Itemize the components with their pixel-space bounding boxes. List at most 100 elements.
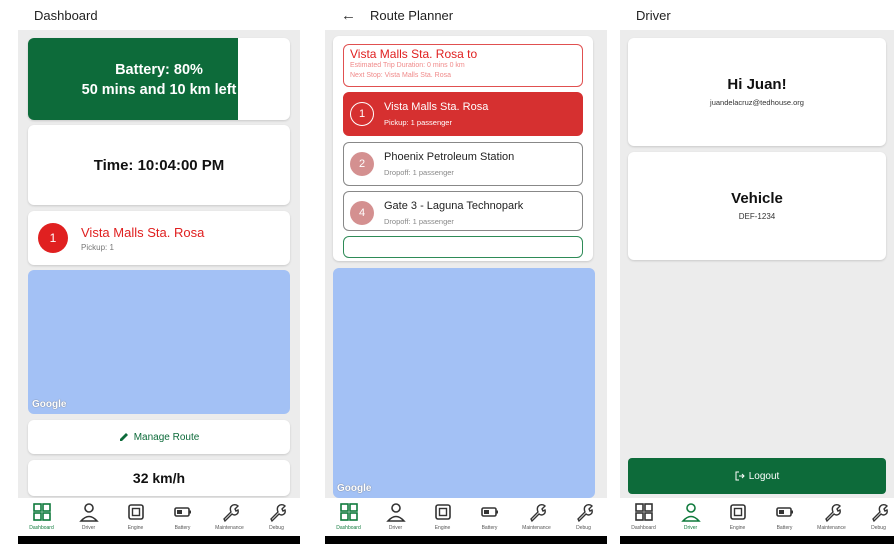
nav-label: Battery bbox=[481, 525, 498, 531]
route-stop-item[interactable]: 1 Vista Malls Sta. Rosa Pickup: 1 passen… bbox=[343, 92, 583, 136]
nav-label: Driver bbox=[683, 525, 698, 531]
dashboard-screen: Dashboard Battery: 80% 50 mins and 10 km… bbox=[18, 0, 300, 544]
nav-label: Driver bbox=[81, 525, 96, 531]
wrench-icon bbox=[529, 503, 546, 523]
driver-screen: Driver Hi Juan! juandelacruz@tedhouse.or… bbox=[620, 0, 894, 544]
map-view[interactable]: Google bbox=[28, 270, 290, 414]
add-stop-field[interactable] bbox=[343, 236, 583, 258]
nav-dashboard[interactable]: Dashboard bbox=[327, 501, 371, 531]
nav-debug[interactable]: Debug bbox=[255, 501, 299, 531]
nav-engine[interactable]: Engine bbox=[421, 501, 465, 531]
manage-route-label: Manage Route bbox=[133, 431, 200, 443]
route-list-panel: Vista Malls Sta. Rosa to Estimated Trip … bbox=[333, 36, 593, 261]
nav-engine[interactable]: Engine bbox=[114, 501, 158, 531]
wrench-icon bbox=[824, 503, 841, 523]
app-bar: Driver bbox=[620, 0, 894, 30]
grid-icon bbox=[339, 503, 358, 521]
wrench-icon bbox=[576, 503, 593, 523]
person-icon bbox=[78, 503, 99, 522]
trip-duration: Estimated Trip Duration: 0 mins 0 km bbox=[350, 62, 465, 69]
stop-name: Phoenix Petroleum Station bbox=[384, 151, 515, 163]
battery-icon bbox=[775, 507, 793, 517]
logout-button[interactable]: Logout bbox=[628, 458, 886, 494]
bottom-nav: Dashboard Driver Engine Battery Maintena… bbox=[18, 498, 300, 536]
route-body: Vista Malls Sta. Rosa to Estimated Trip … bbox=[325, 30, 607, 498]
stop-name: Vista Malls Sta. Rosa bbox=[384, 101, 489, 113]
page-title: Driver bbox=[636, 7, 671, 23]
chip-icon bbox=[127, 504, 144, 520]
nav-maintenance[interactable]: Maintenance bbox=[208, 501, 252, 531]
route-summary-title: Vista Malls Sta. Rosa to bbox=[350, 47, 478, 61]
wrench-icon bbox=[269, 503, 286, 523]
battery-text: Battery: 80% 50 mins and 10 km left bbox=[28, 60, 290, 100]
grid-icon bbox=[634, 503, 653, 521]
nav-driver[interactable]: Driver bbox=[669, 501, 713, 531]
pencil-icon bbox=[119, 433, 128, 441]
chip-icon bbox=[729, 504, 746, 520]
app-bar: ← Route Planner bbox=[325, 0, 607, 30]
nav-driver[interactable]: Driver bbox=[374, 501, 418, 531]
back-arrow-icon[interactable]: ← bbox=[341, 7, 356, 24]
nav-label: Debug bbox=[576, 525, 591, 531]
nav-label: Dashboard bbox=[631, 525, 656, 531]
stop-number-badge: 4 bbox=[350, 201, 374, 225]
dashboard-body: Battery: 80% 50 mins and 10 km left Time… bbox=[18, 30, 300, 498]
nav-label: Engine bbox=[729, 525, 746, 531]
stop-pickup-info: Pickup: 1 bbox=[81, 243, 114, 252]
nav-dashboard[interactable]: Dashboard bbox=[622, 501, 666, 531]
grid-icon bbox=[32, 503, 51, 521]
nav-battery[interactable]: Battery bbox=[468, 501, 512, 531]
time-display: Time: 10:04:00 PM bbox=[93, 156, 225, 174]
battery-remaining: 50 mins and 10 km left bbox=[81, 82, 237, 98]
wrench-icon bbox=[222, 503, 239, 523]
page-title: Route Planner bbox=[370, 7, 454, 23]
nav-battery[interactable]: Battery bbox=[161, 501, 205, 531]
nav-label: Dashboard bbox=[336, 525, 361, 531]
nav-label: Battery bbox=[776, 525, 793, 531]
logout-icon bbox=[735, 471, 745, 481]
battery-percent: Battery: 80% bbox=[115, 62, 203, 78]
next-stop-card[interactable]: 1 Vista Malls Sta. Rosa Pickup: 1 bbox=[28, 211, 290, 265]
system-nav-bar bbox=[620, 536, 894, 544]
speed-card: 32 km/h bbox=[28, 460, 290, 496]
nav-label: Battery bbox=[174, 525, 191, 531]
chip-icon bbox=[434, 504, 451, 520]
stop-info: Dropoff: 1 passenger bbox=[384, 168, 454, 177]
stop-name: Gate 3 - Laguna Technopark bbox=[384, 200, 524, 212]
speed-display: 32 km/h bbox=[132, 470, 186, 486]
nav-label: Driver bbox=[388, 525, 403, 531]
battery-icon bbox=[480, 507, 498, 517]
nav-label: Maintenance bbox=[817, 525, 846, 531]
nav-debug[interactable]: Debug bbox=[562, 501, 606, 531]
nav-dashboard[interactable]: Dashboard bbox=[20, 501, 64, 531]
nav-label: Dashboard bbox=[29, 525, 54, 531]
greeting: Hi Juan! bbox=[727, 76, 787, 93]
stop-number-badge: 1 bbox=[38, 223, 68, 253]
nav-engine[interactable]: Engine bbox=[716, 501, 760, 531]
route-stop-item[interactable]: 4 Gate 3 - Laguna Technopark Dropoff: 1 … bbox=[343, 191, 583, 231]
greeting-card: Hi Juan! juandelacruz@tedhouse.org bbox=[628, 38, 886, 146]
stop-number-badge: 2 bbox=[350, 152, 374, 176]
bottom-nav: Dashboard Driver Engine Battery Maintena… bbox=[325, 498, 607, 536]
nav-debug[interactable]: Debug bbox=[857, 501, 894, 531]
map-view[interactable]: Google bbox=[333, 268, 595, 498]
route-stop-item[interactable]: 2 Phoenix Petroleum Station Dropoff: 1 p… bbox=[343, 142, 583, 186]
vehicle-title: Vehicle bbox=[731, 190, 783, 207]
driver-email: juandelacruz@tedhouse.org bbox=[710, 98, 804, 107]
next-stop-text: Next Stop: Vista Malls Sta. Rosa bbox=[350, 72, 452, 79]
logout-label: Logout bbox=[748, 470, 780, 482]
app-bar: Dashboard bbox=[18, 0, 300, 30]
nav-driver[interactable]: Driver bbox=[67, 501, 111, 531]
nav-label: Debug bbox=[269, 525, 284, 531]
vehicle-plate: DEF-1234 bbox=[738, 212, 776, 221]
stop-info: Pickup: 1 passenger bbox=[384, 118, 452, 127]
manage-route-button[interactable]: Manage Route bbox=[28, 420, 290, 454]
nav-label: Maintenance bbox=[215, 525, 244, 531]
nav-maintenance[interactable]: Maintenance bbox=[810, 501, 854, 531]
system-nav-bar bbox=[18, 536, 300, 544]
vehicle-card: Vehicle DEF-1234 bbox=[628, 152, 886, 260]
nav-maintenance[interactable]: Maintenance bbox=[515, 501, 559, 531]
nav-label: Engine bbox=[434, 525, 451, 531]
nav-label: Debug bbox=[871, 525, 886, 531]
nav-battery[interactable]: Battery bbox=[763, 501, 807, 531]
